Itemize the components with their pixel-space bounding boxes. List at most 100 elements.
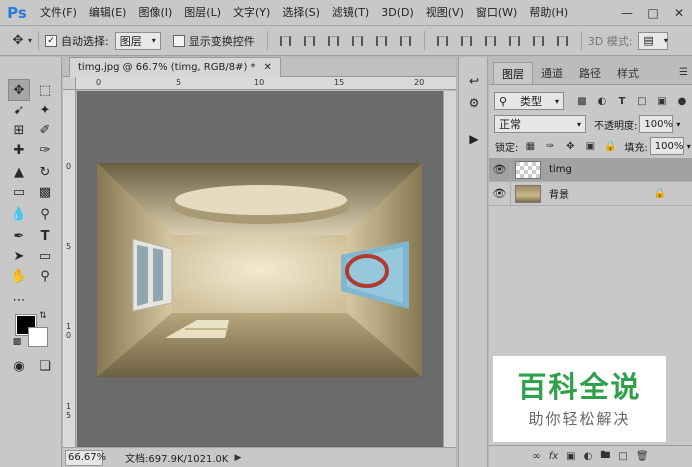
- filter-toggle-icon[interactable]: ●: [674, 93, 690, 109]
- align-hcenter-icon[interactable]: [374, 33, 390, 49]
- canvas-area[interactable]: [77, 91, 443, 447]
- distribute-vcenter-icon[interactable]: [459, 33, 475, 49]
- layer-row[interactable]: 👁 timg: [489, 157, 692, 182]
- panel-menu-icon[interactable]: ☰: [679, 67, 688, 78]
- new-group-icon[interactable]: 🖿: [600, 448, 610, 465]
- clone-stamp-tool-icon[interactable]: ▲: [8, 161, 30, 183]
- properties-panel-icon[interactable]: ⚙: [464, 93, 484, 113]
- lock-artboard-icon[interactable]: ▣: [582, 138, 598, 154]
- menu-select[interactable]: 选择(S): [276, 0, 326, 26]
- tab-channels[interactable]: 通道: [533, 62, 571, 84]
- brush-tool-icon[interactable]: ✑: [34, 139, 56, 161]
- blur-tool-icon[interactable]: 💧: [8, 203, 30, 225]
- quick-mask-icon[interactable]: ◉: [8, 355, 30, 377]
- layer-style-icon[interactable]: fx: [549, 451, 558, 462]
- path-selection-tool-icon[interactable]: ➤: [8, 245, 30, 267]
- blend-mode-dropdown[interactable]: 正常 ▾: [494, 115, 586, 133]
- restore-icon[interactable]: □: [641, 1, 665, 25]
- align-top-icon[interactable]: [278, 33, 294, 49]
- move-tool-icon[interactable]: ✥: [8, 79, 30, 101]
- history-brush-tool-icon[interactable]: ↻: [34, 161, 56, 183]
- auto-select-dropdown[interactable]: 图层 ▾: [114, 31, 161, 50]
- align-right-icon[interactable]: [398, 33, 414, 49]
- new-layer-icon[interactable]: □: [618, 451, 627, 462]
- lock-all-icon[interactable]: 🔒: [602, 138, 618, 154]
- swap-colors-icon[interactable]: ⇅: [36, 309, 50, 323]
- distribute-bottom-icon[interactable]: [483, 33, 499, 49]
- pen-tool-icon[interactable]: ✒: [8, 225, 30, 247]
- actions-panel-icon[interactable]: ▶: [464, 129, 484, 149]
- filter-pixel-icon[interactable]: ▩: [574, 93, 590, 109]
- filter-smart-object-icon[interactable]: ▣: [654, 93, 670, 109]
- lock-image-icon[interactable]: ✑: [542, 138, 558, 154]
- eraser-tool-icon[interactable]: ▭: [8, 181, 30, 203]
- crop-tool-icon[interactable]: ⊞: [8, 119, 30, 141]
- document-image[interactable]: [97, 163, 422, 377]
- align-bottom-icon[interactable]: [326, 33, 342, 49]
- rectangle-tool-icon[interactable]: ▭: [34, 245, 56, 267]
- document-tab[interactable]: timg.jpg @ 66.7% (timg, RGB/8#) * ✕: [69, 57, 281, 77]
- adjustment-layer-icon[interactable]: ◐: [584, 451, 593, 462]
- tab-paths[interactable]: 路径: [571, 62, 609, 84]
- status-menu-icon[interactable]: ▶: [234, 453, 241, 463]
- filter-adjustment-icon[interactable]: ◐: [594, 93, 610, 109]
- fill-field[interactable]: 100%: [649, 137, 684, 155]
- link-layers-icon[interactable]: ∞: [532, 451, 540, 462]
- delete-layer-icon[interactable]: 🗑: [636, 451, 649, 462]
- dodge-tool-icon[interactable]: ⚲: [34, 203, 56, 225]
- menu-help[interactable]: 帮助(H): [523, 0, 574, 26]
- lasso-tool-icon[interactable]: ➹: [8, 99, 30, 121]
- history-panel-icon[interactable]: ↩: [464, 71, 484, 91]
- filter-shape-icon[interactable]: □: [634, 93, 650, 109]
- close-tab-icon[interactable]: ✕: [264, 62, 272, 73]
- fill-dropdown-icon[interactable]: ▾: [687, 142, 691, 151]
- menu-layer[interactable]: 图层(L): [178, 0, 227, 26]
- tab-layers[interactable]: 图层: [493, 62, 533, 84]
- zoom-level-field[interactable]: 66.67%: [65, 449, 106, 466]
- hand-tool-icon[interactable]: ✋: [8, 265, 30, 287]
- menu-window[interactable]: 窗口(W): [470, 0, 523, 26]
- minimize-icon[interactable]: —: [615, 1, 639, 25]
- tab-styles[interactable]: 样式: [609, 62, 647, 84]
- more-tools-icon[interactable]: ⋯: [8, 289, 30, 311]
- move-tool-preset-icon[interactable]: ✥: [8, 31, 28, 51]
- magic-wand-tool-icon[interactable]: ✦: [34, 99, 56, 121]
- menu-type[interactable]: 文字(Y): [227, 0, 276, 26]
- lock-transparent-icon[interactable]: ▦: [522, 138, 538, 154]
- type-tool-icon[interactable]: T: [34, 225, 56, 247]
- opacity-field[interactable]: 100%: [639, 115, 674, 133]
- menu-filter[interactable]: 滤镜(T): [326, 0, 375, 26]
- visibility-eye-icon[interactable]: 👁: [489, 157, 511, 182]
- zoom-tool-icon[interactable]: ⚲: [34, 265, 56, 287]
- vertical-scrollbar[interactable]: [443, 91, 456, 447]
- align-vcenter-icon[interactable]: [302, 33, 318, 49]
- opacity-dropdown-icon[interactable]: ▾: [676, 120, 680, 129]
- distribute-left-icon[interactable]: [507, 33, 523, 49]
- distribute-right-icon[interactable]: [555, 33, 571, 49]
- menu-file[interactable]: 文件(F): [34, 0, 83, 26]
- menu-image[interactable]: 图像(I): [132, 0, 178, 26]
- marquee-tool-icon[interactable]: ⬚: [34, 79, 56, 101]
- filter-type-icon[interactable]: T: [614, 93, 630, 109]
- screen-mode-icon[interactable]: ❏: [34, 355, 56, 377]
- lock-position-icon[interactable]: ✥: [562, 138, 578, 154]
- layer-row[interactable]: 👁 背景 🔒: [489, 181, 692, 206]
- background-color-swatch[interactable]: [28, 327, 48, 347]
- show-transform-checkbox[interactable]: [172, 34, 185, 47]
- menu-3d[interactable]: 3D(D): [375, 0, 420, 26]
- eyedropper-tool-icon[interactable]: ✐: [34, 119, 56, 141]
- gradient-tool-icon[interactable]: ▩: [34, 181, 56, 203]
- add-mask-icon[interactable]: ▣: [566, 451, 575, 462]
- default-colors-icon[interactable]: ▩: [10, 335, 24, 349]
- distribute-hcenter-icon[interactable]: [531, 33, 547, 49]
- align-left-icon[interactable]: [350, 33, 366, 49]
- menu-view[interactable]: 视图(V): [420, 0, 470, 26]
- layer-filter-dropdown[interactable]: ⚲ 类型 ▾: [494, 92, 564, 110]
- visibility-eye-icon[interactable]: 👁: [489, 181, 511, 206]
- close-icon[interactable]: ✕: [667, 1, 691, 25]
- healing-brush-tool-icon[interactable]: ✚: [8, 139, 30, 161]
- workspace-dropdown[interactable]: ▤ ▾: [638, 31, 669, 50]
- menu-edit[interactable]: 编辑(E): [83, 0, 133, 26]
- chevron-down-icon[interactable]: ▾: [28, 36, 32, 45]
- distribute-top-icon[interactable]: [435, 33, 451, 49]
